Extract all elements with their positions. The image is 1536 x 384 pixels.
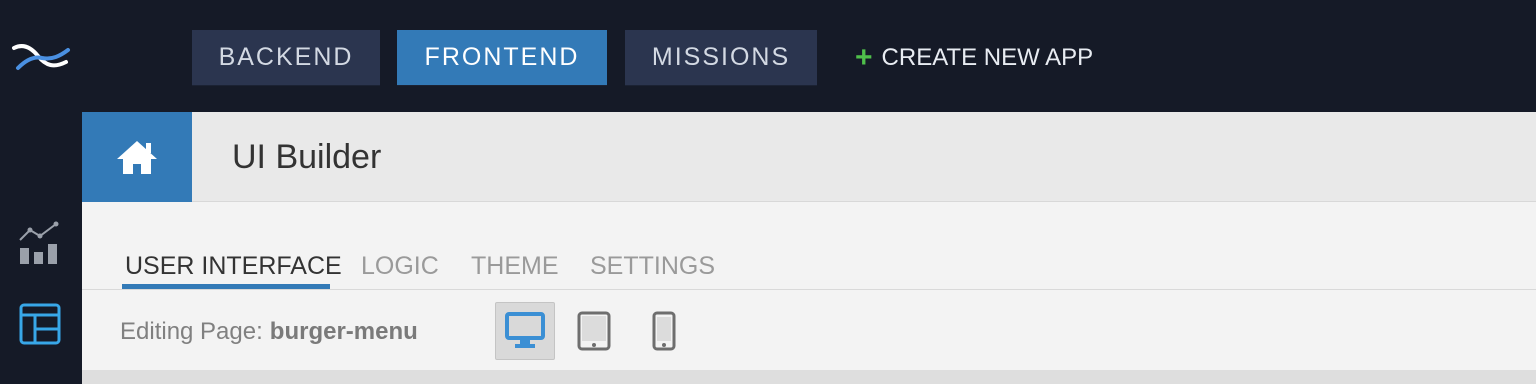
page-header: UI Builder	[82, 112, 1536, 202]
left-rail	[0, 112, 82, 384]
nav-tab-missions[interactable]: MISSIONS	[625, 30, 817, 86]
tab-divider	[82, 289, 1536, 290]
nav-tab-frontend[interactable]: FRONTEND	[397, 30, 607, 86]
tablet-view-button[interactable]	[564, 302, 624, 360]
create-new-app-label: CREATE NEW APP	[881, 44, 1094, 71]
desktop-icon	[505, 312, 545, 348]
tab-user-interface[interactable]: USER INTERFACE	[125, 244, 342, 288]
editing-page-label: Editing Page: burger-menu	[120, 312, 418, 352]
page-title: UI Builder	[232, 137, 382, 176]
top-bar: BACKEND FRONTEND MISSIONS + CREATE NEW A…	[0, 0, 1536, 112]
desktop-view-button[interactable]	[495, 302, 555, 360]
app-logo-icon[interactable]	[8, 36, 74, 80]
phone-icon	[652, 311, 676, 351]
tab-theme[interactable]: THEME	[471, 244, 559, 288]
home-icon	[117, 141, 157, 174]
tablet-icon	[577, 311, 611, 351]
analytics-icon[interactable]	[16, 218, 64, 266]
layout-icon[interactable]	[16, 300, 64, 348]
plus-icon: +	[855, 41, 873, 74]
tab-settings[interactable]: SETTINGS	[590, 244, 715, 288]
create-new-app-button[interactable]: + CREATE NEW APP	[855, 30, 1093, 86]
phone-view-button[interactable]	[634, 302, 694, 360]
nav-tab-backend[interactable]: BACKEND	[192, 30, 380, 86]
tab-logic[interactable]: LOGIC	[361, 244, 439, 288]
builder-content: USER INTERFACE LOGIC THEME SETTINGS Edit…	[82, 202, 1536, 384]
home-button[interactable]	[82, 112, 192, 202]
editing-page-name: burger-menu	[269, 318, 418, 345]
editing-prefix: Editing Page:	[120, 318, 263, 345]
canvas-edge	[82, 370, 1536, 384]
